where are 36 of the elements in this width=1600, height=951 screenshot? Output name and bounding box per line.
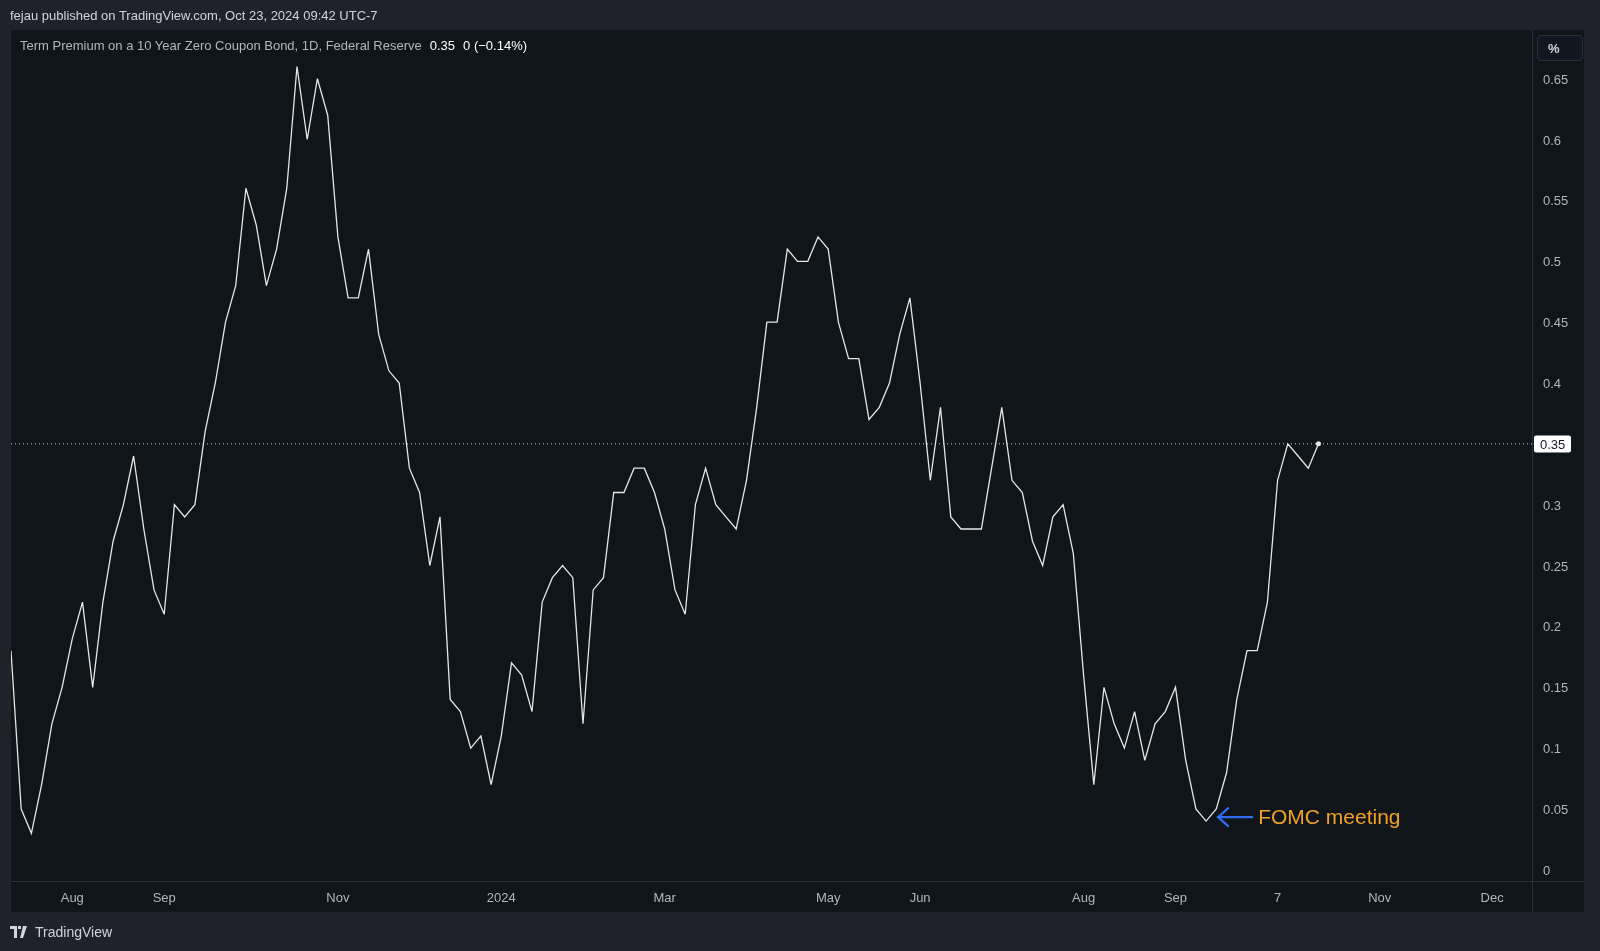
legend-title: Term Premium on a 10 Year Zero Coupon Bond, 1D, Federal Reserve — [20, 38, 422, 53]
y-axis-label: 0.15 — [1543, 679, 1569, 695]
logo-icon — [10, 925, 30, 938]
last-value-tag: 0.35 — [1534, 435, 1572, 453]
x-axis-label: 2024 — [486, 890, 516, 905]
y-axis-label: 0.5 — [1543, 253, 1562, 269]
x-axis-label: Aug — [60, 890, 84, 905]
y-axis-label: 0.6 — [1543, 132, 1562, 148]
x-axis-label: Sep — [152, 890, 176, 905]
y-axis-label: 0.2 — [1543, 618, 1562, 634]
x-axis-label: Dec — [1480, 890, 1504, 905]
y-axis-label: 0.4 — [1543, 375, 1562, 391]
x-axis-label: 7 — [1274, 890, 1282, 905]
y-axis-label: 0.65 — [1543, 71, 1569, 87]
last-point-dot — [1316, 441, 1321, 447]
x-axis-label: Sep — [1163, 890, 1188, 905]
arrow — [1216, 807, 1254, 828]
y-axis-label: 0.05 — [1543, 801, 1569, 817]
x-axis-label: May — [815, 890, 841, 905]
y-axis-label: 0 — [1543, 862, 1551, 878]
publish-info: fejau published on TradingView.com, Oct 23, 2024 09:42 UTC-7 — [9, 6, 379, 25]
x-axis-label: Mar — [653, 890, 676, 905]
x-axis-label: Nov — [326, 890, 350, 905]
annotation-text: FOMC meeting — [1258, 805, 1401, 829]
y-axis-label: 0.55 — [1543, 192, 1569, 208]
legend-change: 0 (−0.14%) — [463, 38, 528, 53]
unit-button[interactable]: % — [1537, 35, 1583, 61]
x-axis-label: Aug — [1072, 890, 1096, 905]
y-axis-label: 0.1 — [1543, 740, 1562, 756]
y-axis-label: 0.45 — [1543, 314, 1569, 330]
y-axis-label: 0.3 — [1543, 497, 1562, 513]
x-axis-label: Nov — [1368, 890, 1392, 905]
x-axis-label: Jun — [909, 890, 931, 905]
legend-value: 0.35 — [429, 38, 456, 53]
y-axis-label: 0.25 — [1543, 558, 1569, 574]
brand-name: TradingView — [35, 923, 113, 940]
